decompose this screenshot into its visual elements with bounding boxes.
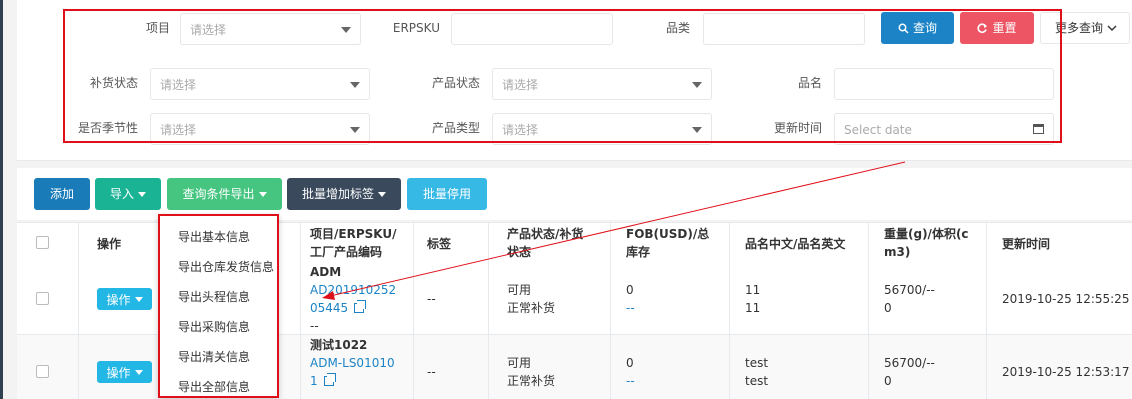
annotation-arrow (322, 161, 906, 300)
